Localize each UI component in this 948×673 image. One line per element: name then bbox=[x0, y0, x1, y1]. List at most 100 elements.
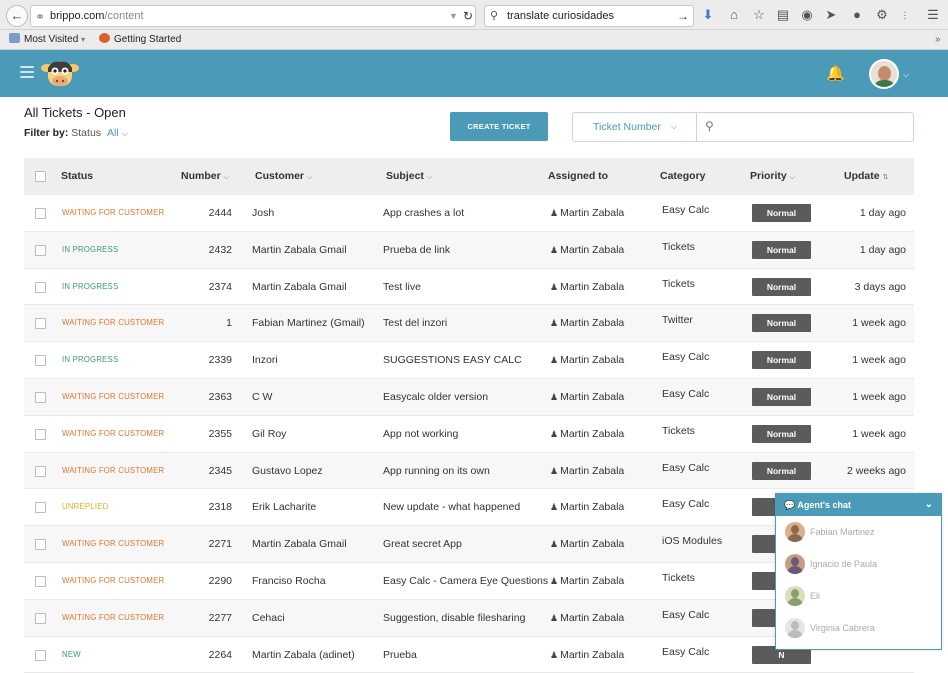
user-icon: ♟ bbox=[550, 428, 559, 439]
row-checkbox[interactable] bbox=[35, 502, 46, 514]
ticket-subject[interactable]: Test live bbox=[383, 269, 421, 305]
bookmarks-overflow-icon[interactable]: » bbox=[935, 30, 941, 49]
status-badge: WAITING FOR CUSTOMER bbox=[62, 465, 165, 475]
row-checkbox[interactable] bbox=[35, 612, 46, 624]
table-row[interactable]: IN PROGRESS 2339 Inzori SUGGESTIONS EASY CA… bbox=[24, 342, 914, 379]
table-row[interactable]: IN PROGRESS 2374 Martin Zabala Gmail Test l… bbox=[24, 269, 914, 306]
ticket-subject[interactable]: Suggestion, disable filesharing bbox=[383, 600, 525, 636]
last-update: 1 day ago bbox=[859, 243, 906, 256]
bookmark-most-visited[interactable]: Most Visited ▾ bbox=[9, 30, 85, 49]
col-status[interactable]: Status bbox=[61, 158, 93, 195]
ticket-subject[interactable]: Easycalc older version bbox=[383, 379, 488, 415]
user-avatar[interactable] bbox=[869, 59, 899, 89]
hamburger-menu-icon[interactable] bbox=[20, 66, 34, 80]
agent-name: Eli bbox=[810, 591, 821, 601]
search-go-icon[interactable]: → bbox=[677, 6, 689, 26]
bell-icon[interactable]: 🔔 bbox=[826, 64, 845, 82]
ticket-subject[interactable]: App running on its own bbox=[383, 453, 490, 489]
ticket-subject[interactable]: Test del inzori bbox=[383, 305, 447, 341]
assigned-agent: ♟ Martin Zabala bbox=[550, 390, 625, 403]
col-customer[interactable]: Customer ⌵ bbox=[255, 158, 312, 196]
download-icon[interactable]: ⬇ bbox=[700, 7, 716, 23]
chat-agent-item[interactable]: Virginia Cabrera bbox=[776, 612, 941, 644]
row-checkbox[interactable] bbox=[35, 355, 46, 367]
row-checkbox[interactable] bbox=[35, 539, 46, 551]
table-row[interactable]: WAITING FOR CUSTOMER 2444 Josh App crashes … bbox=[24, 195, 914, 232]
bookmark-getting-started[interactable]: Getting Started bbox=[99, 30, 181, 49]
ticket-number: 2318 bbox=[208, 501, 232, 514]
ticket-subject[interactable]: App not working bbox=[383, 416, 458, 452]
col-number[interactable]: Number ⌵ bbox=[181, 158, 229, 196]
bookmarks-menu-icon[interactable]: ▤ bbox=[775, 7, 791, 23]
overflow-icon[interactable]: ⋮ bbox=[897, 7, 913, 23]
chat-agent-item[interactable]: Eli bbox=[776, 580, 941, 612]
last-update: 1 week ago bbox=[852, 354, 906, 367]
cow-logo-icon[interactable] bbox=[40, 56, 80, 92]
row-checkbox[interactable] bbox=[35, 649, 46, 661]
chevron-down-icon[interactable]: ⌄ bbox=[925, 494, 933, 516]
col-update[interactable]: Update ⇅ bbox=[844, 158, 888, 196]
ticket-category: Easy Calc bbox=[662, 498, 710, 511]
col-priority[interactable]: Priority ⌵ bbox=[750, 158, 795, 196]
ticket-number: 2345 bbox=[208, 464, 232, 477]
row-checkbox[interactable] bbox=[35, 208, 46, 219]
last-update: 1 week ago bbox=[852, 317, 906, 330]
assigned-agent: ♟ Martin Zabala bbox=[550, 280, 625, 293]
send-icon[interactable]: ➤ bbox=[823, 7, 839, 23]
table-row[interactable]: WAITING FOR CUSTOMER 2363 C W Easycalc olde… bbox=[24, 378, 914, 416]
ticket-subject[interactable]: New update - what happened bbox=[383, 489, 520, 525]
filter-dropdown[interactable]: All ⌵ bbox=[107, 127, 128, 139]
chat-agent-item[interactable]: Fabian Martinez bbox=[776, 516, 941, 548]
ticket-subject[interactable]: Easy Calc - Camera Eye Questions bbox=[383, 563, 548, 599]
chevron-down-icon[interactable]: ⌵ bbox=[903, 70, 909, 80]
row-checkbox[interactable] bbox=[35, 428, 46, 440]
browser-search-bar[interactable]: ⚲ translate curiosidades → bbox=[484, 5, 694, 27]
row-checkbox[interactable] bbox=[35, 575, 46, 587]
search-icon: ⚲ bbox=[490, 10, 499, 22]
chat-agent-item[interactable]: Ignacio de Paula bbox=[776, 548, 941, 580]
avatar bbox=[785, 618, 805, 638]
priority-badge: Normal bbox=[752, 204, 811, 222]
status-badge: WAITING FOR CUSTOMER bbox=[62, 208, 165, 217]
chat-bubble-icon[interactable]: ● bbox=[849, 7, 865, 23]
ticket-subject[interactable]: Great secret App bbox=[383, 526, 462, 562]
ticket-subject[interactable]: Prueba de link bbox=[383, 232, 450, 268]
row-checkbox[interactable] bbox=[35, 391, 46, 403]
ticket-subject[interactable]: App crashes a lot bbox=[383, 195, 464, 231]
ticket-category: Easy Calc bbox=[662, 351, 710, 364]
chat-header[interactable]: 💬 Agent's chat ⌄ bbox=[776, 494, 941, 516]
table-row[interactable]: WAITING FOR CUSTOMER 2355 Gil Roy App not w… bbox=[24, 416, 914, 453]
user-icon: ♟ bbox=[550, 612, 559, 623]
search-field-select[interactable]: Ticket Number ⌵ bbox=[572, 112, 697, 142]
home-icon[interactable]: ⌂ bbox=[726, 7, 742, 23]
col-subject[interactable]: Subject ⌵ bbox=[386, 158, 432, 196]
ticket-category: Easy Calc bbox=[662, 608, 710, 621]
row-checkbox[interactable] bbox=[35, 465, 46, 477]
ticket-subject[interactable]: Prueba bbox=[383, 637, 417, 673]
table-row[interactable]: WAITING FOR CUSTOMER 2345 Gustavo Lopez App… bbox=[24, 452, 914, 490]
back-button[interactable]: ← bbox=[6, 5, 28, 27]
user-icon: ♟ bbox=[550, 355, 559, 366]
row-checkbox[interactable] bbox=[35, 318, 46, 330]
table-row[interactable]: WAITING FOR CUSTOMER 1 Fabian Martinez (Gm… bbox=[24, 305, 914, 343]
row-checkbox[interactable] bbox=[35, 281, 46, 293]
pocket-icon[interactable]: ◉ bbox=[799, 7, 815, 23]
bookmark-star-icon[interactable]: ☆ bbox=[751, 7, 767, 23]
ticket-search-input[interactable]: ⚲ bbox=[696, 112, 914, 142]
ticket-number: 2374 bbox=[208, 280, 232, 293]
url-bar[interactable]: ⚭ brippo.com/content ▼ ↻ bbox=[30, 5, 476, 27]
menu-icon[interactable]: ☰ bbox=[925, 7, 941, 23]
assigned-agent: ♟ Martin Zabala bbox=[550, 427, 625, 440]
url-dropdown-icon[interactable]: ▼ bbox=[449, 6, 458, 26]
assigned-agent: ♟ Martin Zabala bbox=[550, 574, 625, 587]
create-ticket-button[interactable]: CREATE TICKET bbox=[450, 112, 548, 141]
col-assigned[interactable]: Assigned to bbox=[548, 158, 608, 195]
reload-icon[interactable]: ↻ bbox=[463, 6, 473, 26]
select-all-checkbox[interactable] bbox=[35, 171, 46, 182]
extension-icon[interactable]: ⚙ bbox=[874, 7, 890, 23]
row-checkbox[interactable] bbox=[35, 244, 46, 256]
col-category[interactable]: Category bbox=[660, 158, 706, 195]
table-row[interactable]: IN PROGRESS 2432 Martin Zabala Gmail Prueba… bbox=[24, 231, 914, 269]
ticket-subject[interactable]: SUGGESTIONS EASY CALC bbox=[383, 342, 522, 378]
user-icon: ♟ bbox=[550, 281, 559, 292]
